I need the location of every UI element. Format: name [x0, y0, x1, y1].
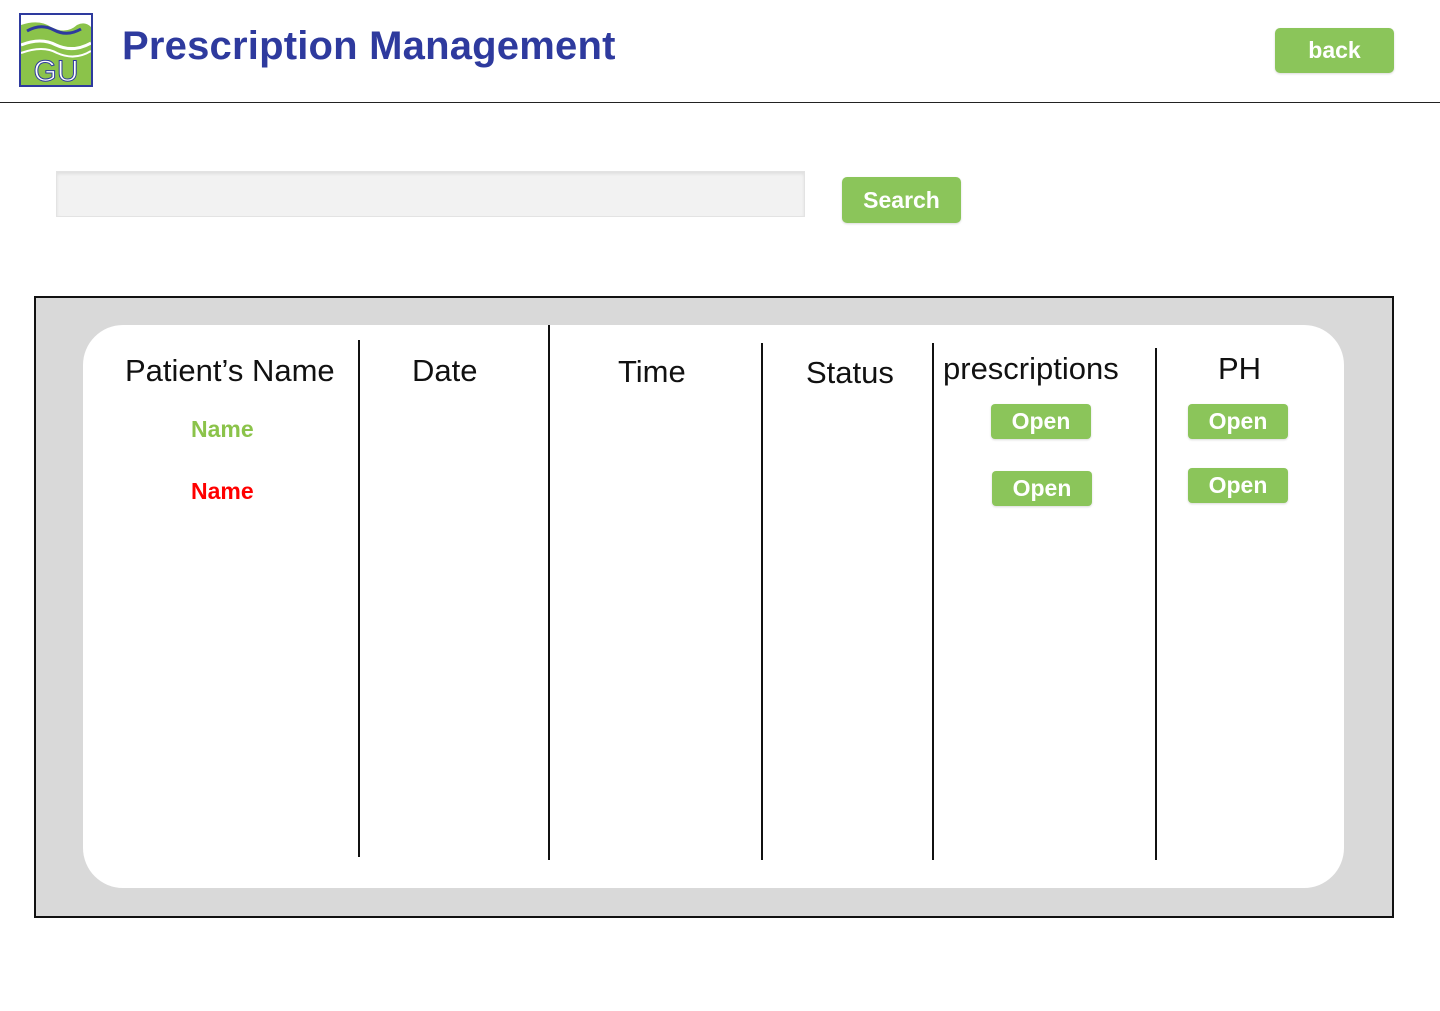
patient-name-cell: Name	[191, 478, 254, 504]
gu-logo: GU	[19, 13, 93, 87]
open-ph-button[interactable]: Open	[1188, 468, 1288, 503]
open-prescriptions-button[interactable]: Open	[992, 471, 1092, 506]
column-header-prescriptions: prescriptions	[943, 351, 1119, 386]
column-header-ph: PH	[1218, 351, 1262, 386]
column-header-time: Time	[618, 354, 686, 389]
open-ph-button[interactable]: Open	[1188, 404, 1288, 439]
app-header: GU Prescription Management back	[0, 0, 1440, 103]
open-prescriptions-button[interactable]: Open	[991, 404, 1091, 439]
back-button[interactable]: back	[1275, 28, 1394, 73]
search-button[interactable]: Search	[842, 177, 961, 223]
page-title: Prescription Management	[122, 24, 616, 68]
column-divider	[548, 325, 550, 860]
logo-lettering: GU	[34, 55, 79, 85]
column-header-patient-name: Patient’s Name	[125, 353, 335, 388]
column-divider	[358, 340, 360, 857]
search-input[interactable]	[56, 171, 805, 217]
column-header-status: Status	[806, 355, 894, 390]
column-divider	[761, 343, 763, 860]
column-header-date: Date	[412, 353, 478, 388]
column-divider	[1155, 348, 1157, 860]
patient-name-cell: Name	[191, 416, 254, 442]
column-divider	[932, 343, 934, 860]
